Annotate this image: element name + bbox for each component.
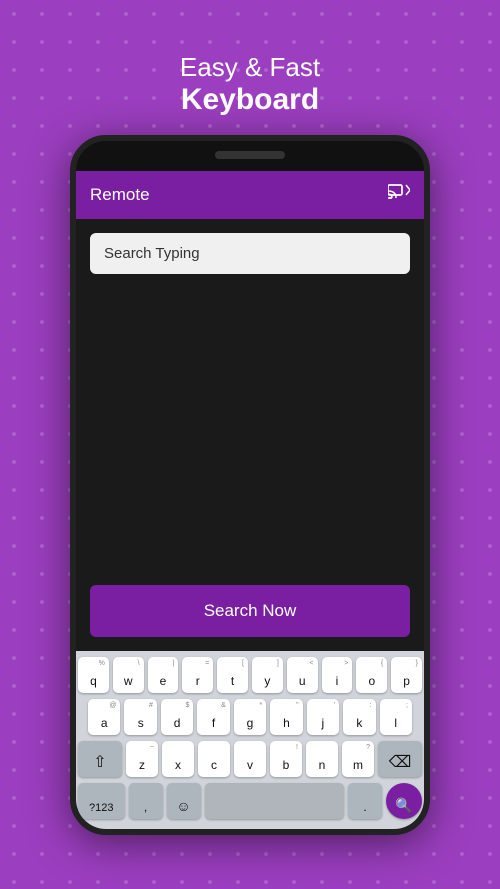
key-k[interactable]: :k xyxy=(343,699,375,735)
key-x[interactable]: x xyxy=(162,741,194,777)
key-j[interactable]: 'j xyxy=(307,699,339,735)
key-f[interactable]: &f xyxy=(197,699,229,735)
keyboard-row-2: @a #s $d &f *g "h 'j :k ;l xyxy=(78,699,422,735)
num-key[interactable]: ?123 xyxy=(78,783,125,819)
keyboard-row-3: ⇧ ~z x c v !b n ?m ⌫ xyxy=(78,741,422,777)
search-key[interactable]: 🔍 xyxy=(386,783,422,819)
emoji-key[interactable]: ☺ xyxy=(167,783,201,819)
app-bar: Remote xyxy=(76,171,424,219)
header-line1: Easy & Fast xyxy=(180,52,320,83)
key-m[interactable]: ?m xyxy=(342,741,374,777)
key-u[interactable]: <u xyxy=(287,657,318,693)
key-o[interactable]: {o xyxy=(356,657,387,693)
period-key[interactable]: . xyxy=(348,783,382,819)
search-now-button[interactable]: Search Now xyxy=(90,585,410,637)
key-w[interactable]: \w xyxy=(113,657,144,693)
key-r[interactable]: =r xyxy=(182,657,213,693)
key-t[interactable]: [t xyxy=(217,657,248,693)
key-n[interactable]: n xyxy=(306,741,338,777)
search-bar[interactable] xyxy=(90,233,410,274)
key-h[interactable]: "h xyxy=(270,699,302,735)
backspace-key[interactable]: ⌫ xyxy=(378,741,422,777)
key-d[interactable]: $d xyxy=(161,699,193,735)
key-g[interactable]: *g xyxy=(234,699,266,735)
key-i[interactable]: >i xyxy=(322,657,353,693)
phone-frame: Remote Search Now %q \w |e =r [t ]y <u xyxy=(70,135,430,835)
key-e[interactable]: |e xyxy=(148,657,179,693)
key-b[interactable]: !b xyxy=(270,741,302,777)
app-bar-title: Remote xyxy=(90,185,150,205)
key-q[interactable]: %q xyxy=(78,657,109,693)
header-line2: Keyboard xyxy=(180,83,320,117)
key-s[interactable]: #s xyxy=(124,699,156,735)
key-v[interactable]: v xyxy=(234,741,266,777)
keyboard-row-1: %q \w |e =r [t ]y <u >i {o }p xyxy=(78,657,422,693)
screen-content: Search Now xyxy=(76,219,424,651)
key-p[interactable]: }p xyxy=(391,657,422,693)
shift-key[interactable]: ⇧ xyxy=(78,741,122,777)
keyboard-row-4: ?123 , ☺ . 🔍 xyxy=(78,783,422,819)
space-key[interactable] xyxy=(205,783,345,819)
key-z[interactable]: ~z xyxy=(126,741,158,777)
key-y[interactable]: ]y xyxy=(252,657,283,693)
key-a[interactable]: @a xyxy=(88,699,120,735)
key-c[interactable]: c xyxy=(198,741,230,777)
cast-icon[interactable] xyxy=(388,183,410,207)
keyboard: %q \w |e =r [t ]y <u >i {o }p @a #s $d &… xyxy=(76,651,424,829)
search-input[interactable] xyxy=(104,245,396,262)
key-l[interactable]: ;l xyxy=(380,699,412,735)
content-area xyxy=(90,274,410,585)
comma-key[interactable]: , xyxy=(129,783,163,819)
header-section: Easy & Fast Keyboard xyxy=(180,52,320,117)
